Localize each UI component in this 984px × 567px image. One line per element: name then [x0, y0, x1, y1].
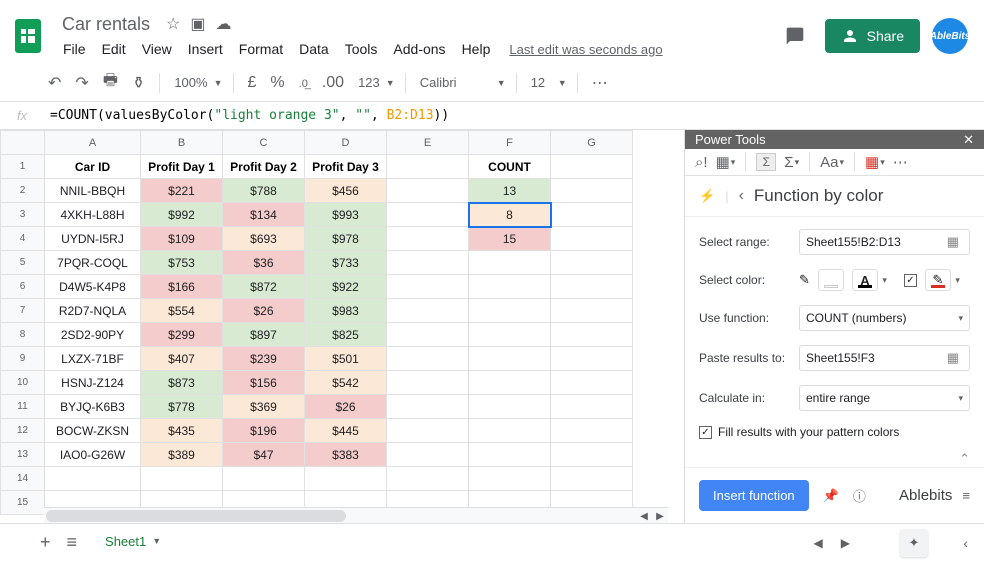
function-title: Function by color	[754, 186, 883, 206]
panel-title: Power Tools	[695, 132, 766, 147]
menu-edit[interactable]: Edit	[95, 37, 133, 61]
paste-input[interactable]: Sheet155!F3▦	[799, 345, 970, 371]
range-label: Select range:	[699, 235, 799, 249]
panel-more-button[interactable]: ⋯	[891, 149, 910, 175]
print-button[interactable]: 🖶	[99, 65, 122, 100]
undo-button[interactable]: ↶	[44, 69, 65, 97]
fill-color-button[interactable]	[818, 269, 844, 291]
toolbar: ↶ ↷ 🖶 ⚱ 100%▼ £ % .0̲ .00 123▼ Calibri▼ …	[0, 64, 984, 102]
font-color-button[interactable]: A▾	[852, 269, 878, 291]
calc-select[interactable]: entire range▾	[799, 385, 970, 411]
panel-remove-button[interactable]: ▦▾	[863, 149, 887, 175]
side-panel-toggle[interactable]: ‹	[963, 535, 968, 551]
horizontal-scrollbar[interactable]: ◀▶	[44, 507, 668, 523]
menu-bar: File Edit View Insert Format Data Tools …	[56, 37, 777, 61]
fx-icon: fx	[0, 108, 44, 123]
power-tools-panel: Power Tools ✕ ⌕! ▦▾ Σ Σ▾ Aa▾ ▦▾ ⋯ ⚡ | ‹ …	[684, 130, 984, 523]
share-label: Share	[867, 28, 904, 44]
fill-checkbox[interactable]: ✓	[699, 426, 712, 439]
percent-button[interactable]: %	[266, 70, 288, 96]
calc-label: Calculate in:	[699, 391, 799, 405]
grid-picker-icon-2[interactable]: ▦	[943, 350, 963, 366]
last-edit-link[interactable]: Last edit was seconds ago	[509, 42, 662, 57]
formula-bar: fx =COUNT(valuesByColor("light orange 3"…	[0, 102, 984, 130]
menu-data[interactable]: Data	[292, 37, 336, 61]
cloud-icon[interactable]: ☁	[216, 14, 232, 34]
number-format-dropdown[interactable]: 123▼	[354, 75, 395, 90]
scroll-left-button[interactable]: ◀	[636, 508, 652, 523]
sheets-logo[interactable]	[8, 16, 48, 56]
panel-toolbar: ⌕! ▦▾ Σ Σ▾ Aa▾ ▦▾ ⋯	[685, 149, 984, 176]
collapse-icon[interactable]: ⌃	[685, 451, 984, 467]
menu-format[interactable]: Format	[232, 37, 290, 61]
function-select[interactable]: COUNT (numbers)▾	[799, 305, 970, 331]
pattern-check[interactable]: ✓	[904, 274, 917, 287]
comments-button[interactable]	[777, 18, 813, 54]
grid-picker-icon[interactable]: ▦	[943, 234, 963, 250]
tab-nav-right[interactable]: ▶	[841, 536, 850, 550]
panel-text-button[interactable]: Aa▾	[818, 150, 846, 175]
panel-grid-button[interactable]: ▦▾	[714, 149, 738, 175]
pattern-color-button[interactable]: ✎▾	[925, 269, 951, 291]
brand-label: Ablebits	[899, 487, 952, 504]
menu-tools[interactable]: Tools	[338, 37, 385, 61]
more-toolbar-button[interactable]: ⋯	[588, 69, 612, 97]
function-label: Use function:	[699, 311, 799, 325]
pin-icon[interactable]: 📌	[823, 488, 839, 504]
explore-button[interactable]: ✦	[900, 529, 928, 557]
star-icon[interactable]: ☆	[166, 14, 180, 34]
font-dropdown[interactable]: Calibri▼	[416, 75, 506, 90]
menu-file[interactable]: File	[56, 37, 93, 61]
zoom-dropdown[interactable]: 100%▼	[170, 75, 222, 90]
add-sheet-button[interactable]: +	[40, 532, 51, 553]
paint-format-button[interactable]: ⚱	[128, 69, 149, 97]
spreadsheet-grid[interactable]: ABCDEFG1Car IDProfit Day 1Profit Day 2Pr…	[0, 130, 684, 523]
currency-button[interactable]: £	[244, 70, 261, 96]
panel-find-button[interactable]: ⌕!	[693, 150, 710, 175]
range-input[interactable]: Sheet155!B2:D13▦	[799, 229, 970, 255]
menu-addons[interactable]: Add-ons	[386, 37, 452, 61]
color-label: Select color:	[699, 273, 799, 287]
menu-view[interactable]: View	[135, 37, 179, 61]
sheet-tabs-bar: + ≡ Sheet1▼ ◀ ▶ ✦ ‹	[0, 523, 984, 561]
tab-nav-left[interactable]: ◀	[814, 536, 823, 550]
sheet-tab-1[interactable]: Sheet1▼	[93, 526, 173, 560]
close-icon[interactable]: ✕	[963, 132, 974, 148]
insert-function-button[interactable]: Insert function	[699, 480, 809, 511]
move-icon[interactable]: ▣	[190, 14, 205, 34]
bolt-icon: ⚡	[699, 188, 715, 204]
all-sheets-button[interactable]: ≡	[67, 532, 78, 553]
back-icon[interactable]: ‹	[739, 187, 744, 205]
redo-button[interactable]: ↷	[71, 69, 92, 97]
account-avatar[interactable]: AbleBits	[932, 18, 968, 54]
menu-icon[interactable]: ≡	[962, 488, 970, 503]
help-icon[interactable]: ⓘ	[853, 486, 866, 505]
decrease-decimal-button[interactable]: .0̲	[295, 70, 312, 96]
share-button[interactable]: Share	[825, 19, 920, 53]
menu-help[interactable]: Help	[455, 37, 498, 61]
document-title[interactable]: Car rentals	[56, 12, 156, 37]
eyedropper-icon[interactable]: ✎	[799, 272, 810, 288]
fill-label: Fill results with your pattern colors	[718, 425, 899, 439]
panel-sigma-active-button[interactable]: Σ	[754, 149, 778, 175]
panel-sigma-dropdown[interactable]: Σ▾	[782, 150, 801, 175]
app-header: Car rentals ☆ ▣ ☁ File Edit View Insert …	[0, 0, 984, 64]
scroll-right-button[interactable]: ▶	[652, 508, 668, 523]
increase-decimal-button[interactable]: .00	[318, 70, 348, 96]
font-size-dropdown[interactable]: 12▼	[527, 75, 567, 90]
formula-input[interactable]: =COUNT(valuesByColor("light orange 3", "…	[44, 108, 984, 123]
menu-insert[interactable]: Insert	[181, 37, 230, 61]
paste-label: Paste results to:	[699, 351, 799, 365]
